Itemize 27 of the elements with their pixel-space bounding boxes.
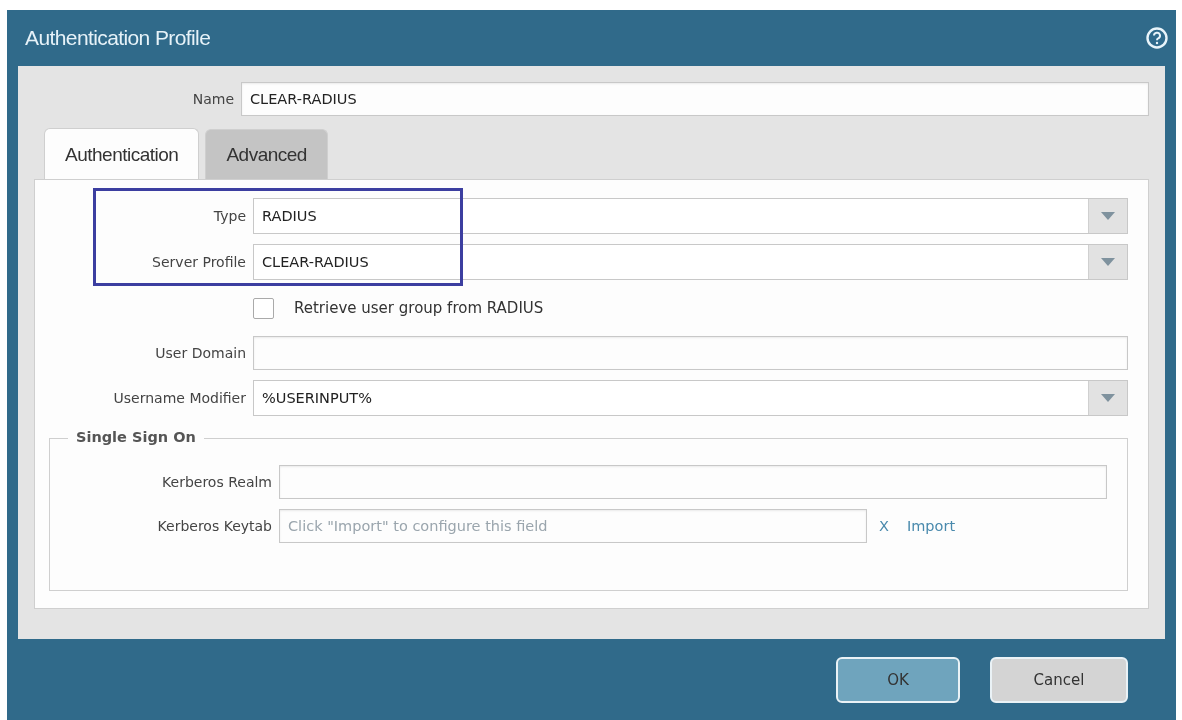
dropdown-field[interactable]: RADIUS: [253, 198, 1128, 234]
dropdown-field[interactable]: CLEAR-RADIUS: [253, 244, 1128, 280]
field-label: Name: [191, 91, 234, 107]
field-label: Server Profile: [151, 254, 246, 270]
fieldset-title: Single Sign On: [68, 429, 204, 445]
dropdown-field[interactable]: %USERINPUT%: [253, 380, 1128, 416]
checkbox[interactable]: [253, 297, 274, 319]
input-field[interactable]: CLEAR-RADIUS: [241, 82, 1149, 116]
window-title: Authentication Profile: [25, 26, 211, 50]
cancel-button[interactable]: Cancel: [990, 656, 1128, 703]
caret-icon: [1101, 258, 1115, 266]
caret-icon: [1101, 394, 1115, 402]
import-link[interactable]: Import: [900, 518, 962, 534]
clear-link[interactable]: X: [873, 518, 895, 534]
input-field[interactable]: [253, 336, 1128, 370]
caret-icon: [1101, 212, 1115, 220]
input-field[interactable]: [279, 465, 1107, 499]
checkbox-label: Retrieve user group from RADIUS: [294, 299, 544, 317]
field-label: Kerberos Realm: [161, 474, 272, 490]
field-label: Username Modifier: [112, 390, 246, 406]
tab[interactable]: Authentication: [44, 128, 200, 180]
help-icon[interactable]: [1146, 27, 1168, 49]
field-label: Type: [212, 208, 246, 224]
ok-button[interactable]: OK: [836, 656, 960, 703]
tab[interactable]: Advanced: [205, 129, 328, 179]
field-label: User Domain: [154, 345, 246, 361]
field-label: Kerberos Keytab: [156, 518, 272, 534]
